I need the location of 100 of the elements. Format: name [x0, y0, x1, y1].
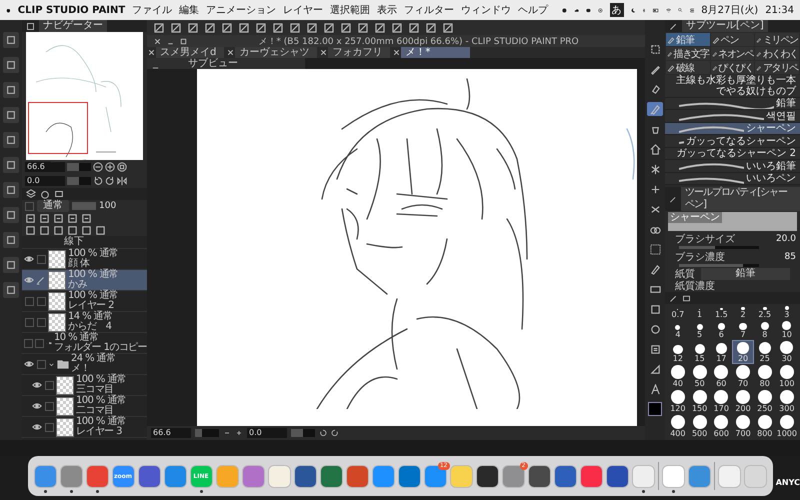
edit-checkbox[interactable]	[44, 422, 54, 432]
brush-size-option[interactable]: 40	[667, 364, 689, 389]
panel-toggle-button[interactable]	[3, 157, 19, 173]
eye-icon[interactable]	[32, 380, 42, 390]
layer-row[interactable]: 100 % 通常 かみ	[22, 270, 147, 291]
brush-size-option[interactable]: 0.7	[667, 304, 689, 320]
sub-view-tab[interactable]: サブビュー	[188, 58, 238, 69]
app-icon[interactable]	[606, 464, 628, 488]
menu-item[interactable]: 編集	[179, 3, 200, 17]
maximize-icon[interactable]	[179, 36, 188, 46]
brush-preset[interactable]: シャーペン	[665, 122, 800, 136]
menu-item[interactable]: アニメーション	[206, 3, 276, 17]
zoom-slider[interactable]	[67, 163, 91, 171]
document-tab[interactable]: カーヴェシャツ	[235, 47, 318, 58]
close-icon[interactable]	[153, 36, 162, 46]
paper-button[interactable]: 鉛筆	[701, 268, 790, 280]
brush-size-option[interactable]: 400	[667, 414, 689, 439]
panel-toggle-button[interactable]	[3, 107, 19, 123]
close-icon[interactable]	[226, 47, 236, 58]
brush-size-option[interactable]: 2	[732, 304, 754, 320]
brush-size-option[interactable]: 8	[754, 320, 776, 340]
layer-row[interactable]: 100 % 通常 二コマ目	[22, 396, 147, 417]
layer-row[interactable]: 100 % 通常 レイヤー 2	[22, 291, 147, 312]
layer-row[interactable]: 24 % 通常 メ！	[22, 354, 147, 375]
brush-size-option[interactable]: 100	[776, 364, 798, 389]
zoom-in-icon[interactable]	[105, 162, 115, 172]
brush-size-option[interactable]: 17	[710, 340, 732, 364]
visibility-checkbox[interactable]	[24, 296, 34, 306]
brush-preset[interactable]: ガッってなるシャーペン	[665, 135, 800, 148]
visibility-checkbox[interactable]	[24, 338, 33, 348]
panel-toggle-button[interactable]	[3, 32, 19, 48]
view-frame[interactable]	[28, 102, 88, 154]
sub-tool-group[interactable]: ネオンペ	[710, 47, 754, 60]
menu-item[interactable]: ウィンドウ	[461, 3, 512, 17]
brush-size-option[interactable]: 30	[776, 340, 798, 364]
menu-item[interactable]: ヘルプ	[518, 3, 548, 17]
angle-field[interactable]: 0.0	[25, 176, 65, 186]
brush-size-option[interactable]: 2.5	[754, 304, 776, 320]
menu-bar-clock[interactable]: 21:34	[765, 4, 794, 16]
document-tab[interactable]: スメ男メイd	[156, 47, 224, 58]
brush-preset[interactable]: いいろ鉛筆	[665, 160, 800, 173]
edit-checkbox[interactable]	[36, 360, 46, 368]
zoom-out-icon[interactable]	[93, 162, 103, 172]
menu-item[interactable]: ファイル	[132, 3, 172, 17]
menu-item[interactable]: フィルター	[404, 3, 454, 17]
brush-size-option[interactable]: 4	[667, 320, 689, 340]
angle-field[interactable]: 0.0	[247, 428, 287, 438]
sub-tool-group[interactable]: わくわく	[755, 47, 799, 60]
sub-tool-group[interactable]: ミリペン	[755, 33, 799, 46]
brush-size-option[interactable]: 500	[688, 414, 710, 439]
brush-size-tab-icon[interactable]	[669, 294, 678, 303]
property-value[interactable]: 20.0	[776, 234, 796, 244]
layer-color-box[interactable]	[25, 202, 34, 210]
angle-slider[interactable]	[291, 429, 315, 437]
sub-tool-group[interactable]: 鉛筆	[666, 33, 710, 46]
opacity-slider[interactable]	[72, 202, 96, 210]
edit-checkbox[interactable]	[44, 380, 54, 390]
panel-toggle-button[interactable]	[3, 82, 19, 98]
blend-mode-dropdown[interactable]: 通常	[37, 200, 69, 212]
opacity-field[interactable]: 100	[99, 201, 116, 211]
panel-toggle-button[interactable]	[3, 207, 19, 223]
brush-size-option[interactable]: 800	[754, 414, 776, 439]
brush-size-option[interactable]: 6	[710, 320, 732, 340]
app-icon[interactable]	[476, 464, 498, 488]
rotate-right-icon[interactable]	[105, 176, 115, 186]
panel-toggle-button[interactable]	[3, 132, 19, 148]
flip-icon[interactable]	[117, 176, 127, 186]
layer-row[interactable]: 100 % 通常 レイヤー 3	[22, 417, 147, 438]
brush-tab-icon[interactable]	[669, 194, 678, 204]
brush-size-option[interactable]: 250	[754, 388, 776, 414]
brush-size-option[interactable]: 1	[688, 304, 710, 320]
navigator-tab-icon[interactable]	[26, 22, 35, 30]
brush-size-option[interactable]: 70	[732, 364, 754, 389]
zoom-slider[interactable]	[195, 429, 219, 437]
brush-size-option[interactable]: 700	[732, 414, 754, 439]
close-icon[interactable]	[319, 47, 328, 58]
minimize-button[interactable]: _	[153, 58, 158, 69]
menu-item[interactable]: レイヤー	[283, 3, 324, 17]
layer-row[interactable]: 100 % 通常 三コマ目	[22, 375, 147, 396]
angle-slider[interactable]	[67, 177, 91, 185]
brush-preset[interactable]: いいろペン	[665, 172, 800, 186]
panel-toggle-button[interactable]	[3, 57, 19, 73]
edit-checkbox[interactable]	[36, 318, 46, 326]
sub-tool-group[interactable]: ぴくぴく	[710, 61, 754, 74]
menu-item[interactable]: 表示	[377, 3, 398, 17]
brush-preset[interactable]: ガッってなるシャーペン 2	[665, 148, 800, 160]
brush-size-option[interactable]: 80	[754, 364, 776, 389]
sub-tool-group[interactable]: 破線	[666, 61, 710, 74]
edit-checkbox[interactable]	[36, 254, 46, 264]
rotate-right-icon[interactable]	[331, 429, 339, 437]
edit-checkbox[interactable]	[35, 338, 44, 348]
menu-bar-date[interactable]: 8月27日(火)	[701, 3, 758, 17]
property-value[interactable]: 85	[784, 252, 796, 262]
property-slider[interactable]	[679, 246, 759, 250]
brush-size-option[interactable]: 120	[667, 388, 689, 414]
brush-size-option[interactable]: 20	[732, 340, 754, 364]
brush-size-option[interactable]: 600	[710, 414, 732, 439]
brush-size-option[interactable]: 50	[688, 364, 710, 389]
brush-size-option[interactable]: 25	[754, 340, 776, 364]
sub-tool-group[interactable]: ペン	[710, 33, 754, 46]
